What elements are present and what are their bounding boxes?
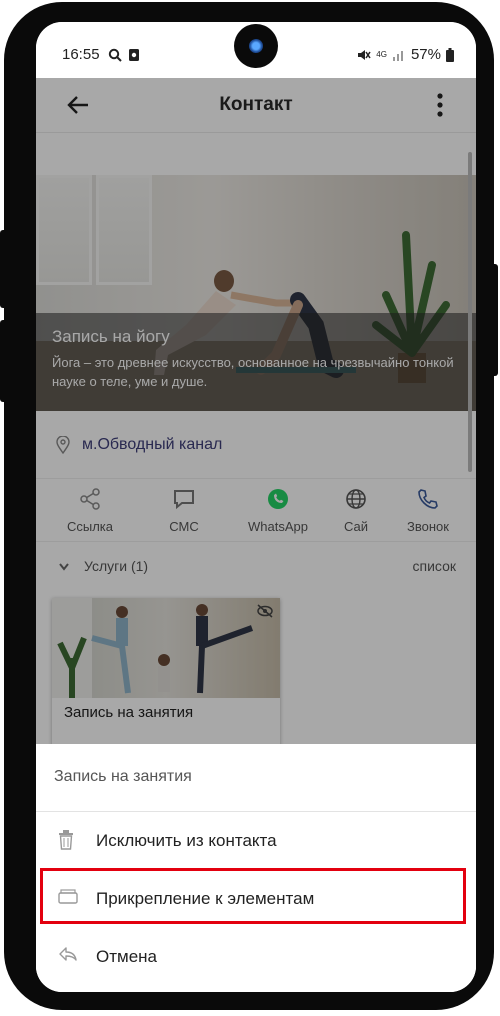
app-content: Контакт Запись на йогу Йога – это древне… xyxy=(36,78,476,992)
undo-icon xyxy=(59,947,77,961)
option-label: Отмена xyxy=(96,947,157,966)
network-type: 4G xyxy=(376,49,387,59)
highlight-box xyxy=(40,868,466,924)
remove-from-contact-option[interactable]: Исключить из контакта xyxy=(36,812,476,868)
battery-percent: 57% xyxy=(410,46,441,63)
search-icon xyxy=(108,48,122,62)
mute-icon xyxy=(358,49,371,60)
volume-button xyxy=(0,230,8,308)
signal-icon xyxy=(392,50,403,61)
volume-button-2 xyxy=(0,320,8,402)
status-time: 16:55 xyxy=(62,46,100,63)
status-indicators: 4G 57% xyxy=(357,46,454,63)
option-label: Исключить из контакта xyxy=(96,831,277,850)
app-notification-icon xyxy=(129,49,139,61)
front-camera xyxy=(234,24,278,68)
dim-overlay[interactable] xyxy=(36,78,476,744)
power-button xyxy=(490,264,498,376)
screen: 16:55 4G 57% Контакт Запись на йогу Йога… xyxy=(36,22,476,992)
battery-icon xyxy=(446,47,454,62)
sheet-title: Запись на занятия xyxy=(54,768,192,785)
phone-frame: 16:55 4G 57% Контакт Запись на йогу Йога… xyxy=(0,2,498,1010)
trash-icon xyxy=(59,830,73,850)
cancel-option[interactable]: Отмена xyxy=(36,928,476,984)
bottom-sheet: Запись на занятия Исключить из контакта … xyxy=(36,744,476,992)
